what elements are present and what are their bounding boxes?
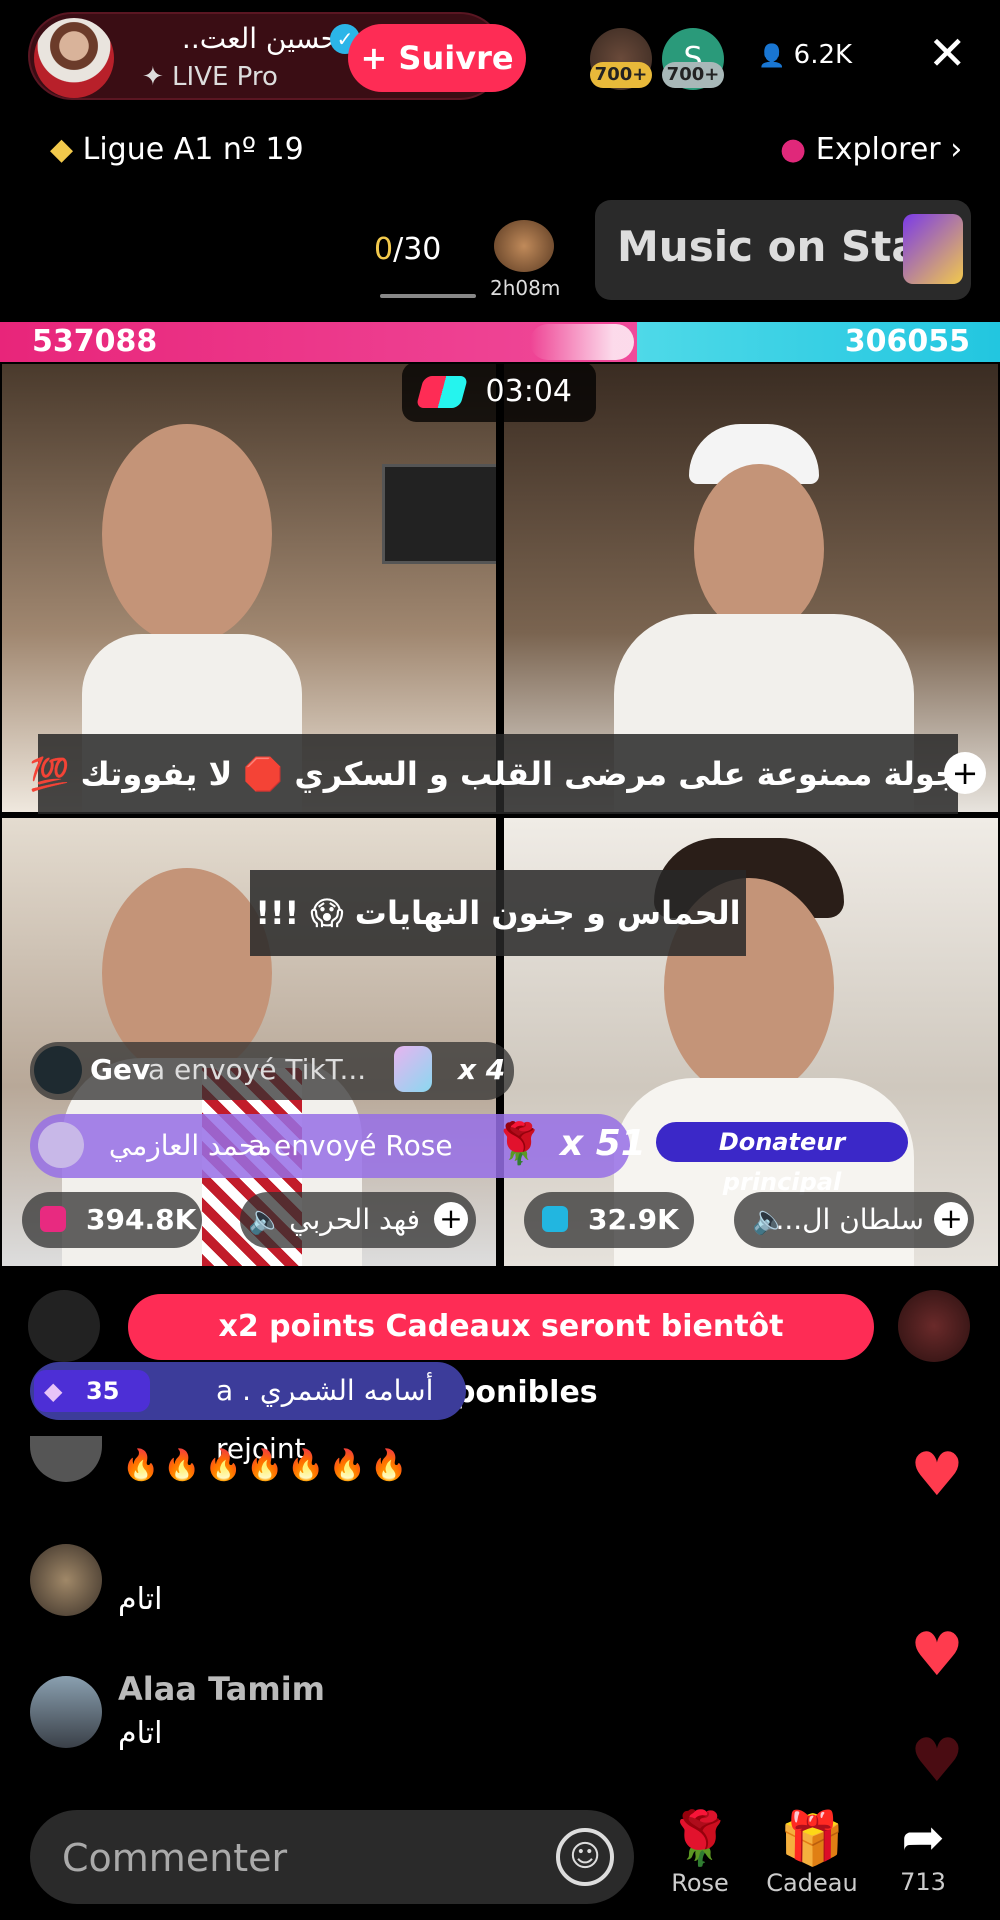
diamond-icon: ◆ [44,1377,63,1405]
close-icon[interactable]: ✕ [928,26,967,80]
progress-total: /30 [393,232,442,267]
participant-score[interactable]: 394.8K [22,1192,202,1248]
participant-name: سلطان ال... [775,1203,924,1236]
heart-icon: ♥ [910,1726,964,1796]
add-guest-button[interactable]: + [944,752,986,794]
music-label: Music on Sta [617,222,920,271]
score-right: 306055 [844,324,970,359]
chat-message-text: 🔥🔥🔥🔥🔥🔥🔥 [122,1448,412,1483]
host-subtitle: ✦ LIVE Pro [142,62,278,92]
top-viewer-badge: 700+ [662,62,724,88]
challenge-timer: 2h08m [490,276,561,300]
points-notice: x2 points Cadeaux seront bientôt disponi… [128,1294,874,1410]
rose-icon: 🌹 [494,1121,544,1167]
gift-icon: 🎁 [779,1809,845,1869]
challenge-progress[interactable]: 0/30 [374,232,441,267]
heart-icon: ♥ [910,1620,964,1690]
score-divider-icon [530,324,634,360]
avatar[interactable] [30,1436,102,1482]
gift-box-icon [40,1206,66,1232]
host-card[interactable]: حسين العت.. ✓ ✦ LIVE Pro + Suivre [28,12,526,100]
explore-button[interactable]: ● Explorer › [780,132,962,167]
explore-label: Explorer [815,132,941,167]
gift-notification[interactable]: محمد العازمي a envoyé Rose 🌹 x 51 [30,1114,646,1178]
progress-current: 0 [374,232,394,267]
gift-action: a envoyé TikT... [148,1053,367,1086]
avatar[interactable] [28,1290,100,1362]
gift-label: Cadeau [766,1869,858,1897]
participant-score-label: 394.8K [86,1203,197,1236]
heart-icon: ♥ [910,1440,964,1510]
music-on-stage-banner[interactable]: Music on Sta [595,200,971,300]
gift-box-icon [542,1206,568,1232]
share-count: 713 [900,1868,946,1896]
host-name: حسين العت.. [181,22,338,55]
share-icon: ➦ [901,1808,945,1868]
gift-notification[interactable]: Gev a envoyé TikT... x 4 [30,1042,514,1100]
avatar [34,1046,82,1094]
progress-bar [380,294,476,298]
mute-icon: 🔈 [248,1203,283,1236]
chat-message-text: اتام [118,1582,163,1617]
gift-sender: Gev [90,1053,151,1086]
participant-score-label: 32.9K [588,1203,679,1236]
music-stage-icon [903,214,963,284]
diamond-icon: ◆ [50,132,74,167]
follow-button[interactable]: + Suivre [348,24,526,92]
league-label: Ligue A1 nº 19 [82,132,304,167]
league-badge[interactable]: ◆ Ligue A1 nº 19 [50,132,304,167]
tiktok-gift-icon [394,1046,432,1092]
avatar[interactable] [898,1290,970,1362]
viewer-count-label: 6.2K [793,40,853,70]
stream-banner-middle: الحماس و جنون النهايات 😱 !!! [250,870,746,956]
gift-sender: محمد العازمي [108,1129,272,1162]
rose-button[interactable]: 🌹 Rose [660,1808,740,1897]
share-button[interactable]: ➦ 713 [880,1808,966,1896]
viewer-count[interactable]: 👤 6.2K [758,40,852,70]
participant-name-tag[interactable]: 🔈 سلطان ال... + [734,1192,974,1248]
avatar [38,1122,84,1168]
add-icon[interactable]: + [934,1202,968,1236]
rose-label: Rose [671,1869,729,1897]
chat-message-text: اتام [118,1716,163,1751]
chat-username: Alaa Tamim [118,1670,326,1708]
person-icon: 👤 [758,44,786,69]
top-viewer-badge: 700+ [590,62,652,88]
stream-banner-top: جولة ممنوعة على مرضى القلب و السكري 🛑 لا… [30,734,958,814]
avatar[interactable] [30,1676,102,1748]
add-icon[interactable]: + [434,1202,468,1236]
gift-action: a envoyé Rose [248,1129,453,1162]
gift-count: x 4 [458,1053,506,1086]
gift-button[interactable]: 🎁 Cadeau [762,1808,862,1897]
score-left: 537088 [32,324,158,359]
eagle-icon[interactable] [494,220,554,272]
rose-icon: 🌹 [667,1809,733,1869]
avatar[interactable] [30,1544,102,1616]
level-number: 35 [86,1377,120,1405]
participant-score[interactable]: 32.9K [524,1192,694,1248]
participant-name-tag[interactable]: 🔈 فهد الحربي + [240,1192,476,1248]
participant-name: فهد الحربي [289,1203,420,1236]
gift-count: x 51 [560,1123,646,1164]
planet-icon: ● [780,132,807,167]
top-donor-badge: Donateur principal [656,1122,908,1196]
host-avatar[interactable] [34,18,114,98]
emoji-icon[interactable]: ☺ [556,1828,614,1886]
level-badge: ◆ 35 [34,1370,150,1412]
comment-placeholder: Commenter [62,1836,288,1880]
chevron-right-icon: › [950,132,963,167]
